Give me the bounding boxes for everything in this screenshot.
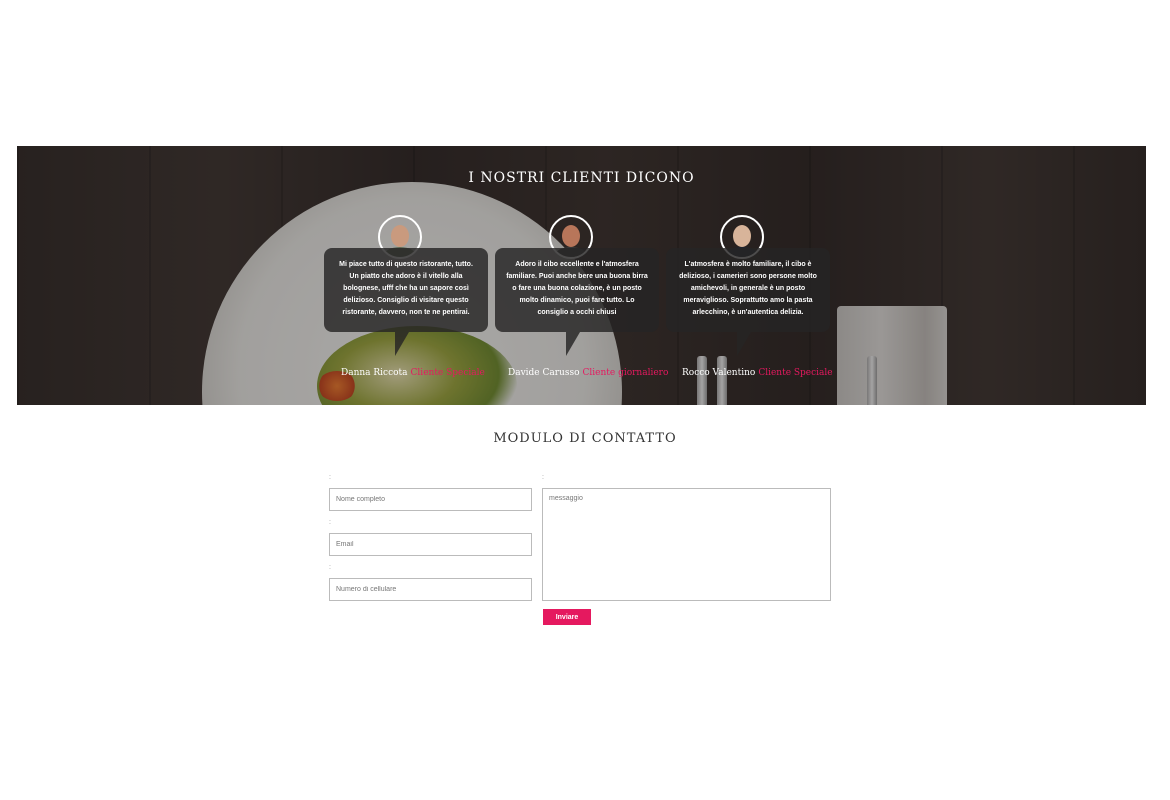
testimonials-title: I NOSTRI CLIENTI DICONO (468, 170, 695, 186)
testimonial-author: Davide Carusso Cliente giornaliero (508, 368, 668, 378)
testimonial-author: Rocco Valentino Cliente Speciale (682, 368, 833, 378)
author-name: Davide Carusso (508, 368, 580, 378)
message-field[interactable] (542, 488, 831, 601)
testimonial-card: Adoro il cibo eccellente e l'atmosfera f… (495, 248, 659, 356)
testimonial-card: L'atmosfera è molto familiare, il cibo è… (666, 248, 830, 356)
full-name-field[interactable] (329, 488, 532, 511)
submit-button[interactable]: Inviare (543, 609, 591, 625)
field-label: : (542, 474, 544, 481)
contact-form-title: MODULO DI CONTATTO (493, 431, 677, 446)
author-role: Cliente Speciale (410, 368, 485, 378)
email-field[interactable] (329, 533, 532, 556)
testimonial-text: L'atmosfera è molto familiare, il cibo è… (679, 261, 817, 316)
field-label: : (329, 564, 331, 571)
field-label: : (329, 519, 331, 526)
testimonial-text: Mi piace tutto di questo ristorante, tut… (339, 261, 473, 316)
field-label: : (329, 474, 331, 481)
author-role: Cliente giornaliero (582, 368, 669, 378)
testimonials-section: I NOSTRI CLIENTI DICONO Mi piace tutto d… (17, 146, 1146, 405)
author-name: Danna Riccota (341, 368, 408, 378)
testimonial-card: Mi piace tutto di questo ristorante, tut… (324, 248, 488, 356)
phone-field[interactable] (329, 578, 532, 601)
testimonial-text: Adoro il cibo eccellente e l'atmosfera f… (506, 261, 648, 316)
author-name: Rocco Valentino (682, 368, 756, 378)
testimonial-author: Danna Riccota Cliente Speciale (341, 368, 485, 378)
author-role: Cliente Speciale (758, 368, 833, 378)
